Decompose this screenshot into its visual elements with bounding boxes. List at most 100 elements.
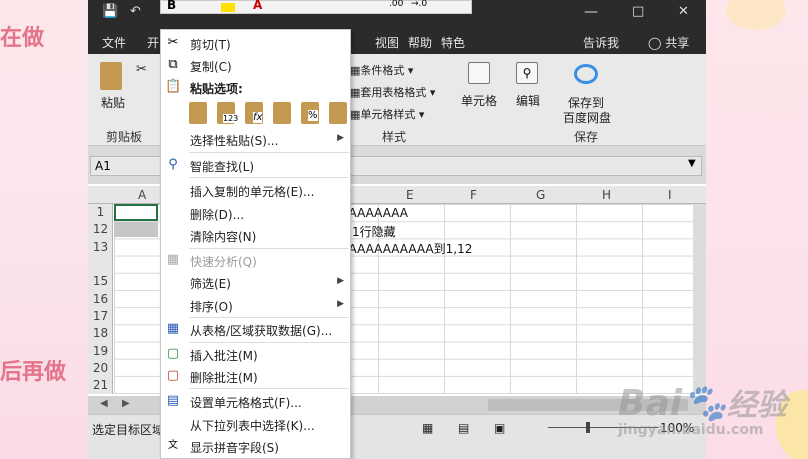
column-header-e[interactable]: E bbox=[406, 188, 414, 202]
highlight-icon[interactable] bbox=[221, 3, 235, 12]
save-icon[interactable]: 💾 bbox=[102, 4, 118, 19]
row-header[interactable]: 16 bbox=[88, 292, 113, 309]
editing-label[interactable]: 编辑 bbox=[516, 92, 540, 109]
menu-item-label: 设置单元格格式(F)... bbox=[190, 396, 302, 410]
menu-item-label: 从下拉列表中选择(K)... bbox=[190, 419, 315, 433]
paste-values-icon[interactable]: 123 bbox=[217, 102, 239, 126]
page-layout-icon[interactable]: ▤ bbox=[458, 421, 469, 435]
decrease-decimal-button[interactable]: →.0 bbox=[411, 0, 427, 9]
selected-cell[interactable] bbox=[114, 222, 158, 237]
tab-file[interactable]: 文件 bbox=[102, 34, 126, 51]
menu-item-smart-lookup[interactable]: ⚲ 智能查找(L) bbox=[161, 154, 350, 176]
table-format-button[interactable]: ▦套用表格格式 ▾ bbox=[350, 84, 435, 100]
menu-item-label: 从表格/区域获取数据(G)... bbox=[190, 324, 333, 338]
cells-label[interactable]: 单元格 bbox=[461, 92, 497, 109]
row-headers: 1 12 13 15 16 17 18 19 20 21 bbox=[88, 204, 113, 394]
column-header-g[interactable]: G bbox=[536, 188, 545, 202]
watermark-jingyan: 经验 bbox=[726, 388, 787, 423]
format-cells-icon: ▤ bbox=[166, 393, 180, 408]
scroll-left-icon[interactable]: ◀ bbox=[100, 398, 108, 409]
paste-icon[interactable] bbox=[100, 62, 122, 90]
cut-icon[interactable]: ✂ bbox=[136, 62, 147, 77]
chevron-down-icon[interactable]: ▼ bbox=[688, 158, 696, 169]
row-header[interactable]: 13 bbox=[88, 240, 113, 257]
menu-item-cut[interactable]: ✂ 剪切(T) bbox=[161, 32, 350, 54]
row-header[interactable]: 18 bbox=[88, 326, 113, 343]
menu-item-sort[interactable]: 排序(O) ▶ bbox=[161, 294, 350, 316]
paste-default-icon[interactable] bbox=[189, 102, 211, 126]
cells-icon[interactable] bbox=[468, 62, 490, 84]
menu-item-quick-analysis: ▦ 快速分析(Q) bbox=[161, 249, 350, 271]
row-header[interactable]: 17 bbox=[88, 309, 113, 326]
baidu-cloud-icon[interactable] bbox=[574, 64, 598, 84]
submenu-arrow-icon: ▶ bbox=[337, 133, 344, 143]
cell-styles-label: 单元格样式 bbox=[360, 108, 416, 121]
left-decor-panel: 在做 后再做 bbox=[0, 0, 88, 459]
column-header-a[interactable]: A bbox=[138, 188, 146, 202]
column-header-h[interactable]: H bbox=[602, 188, 611, 202]
increase-decimal-button[interactable]: .00 bbox=[389, 0, 403, 9]
menu-item-clear-contents[interactable]: 清除内容(N) bbox=[161, 224, 350, 246]
column-header-f[interactable]: F bbox=[470, 188, 477, 202]
menu-item-pick-from-list[interactable]: 从下拉列表中选择(K)... bbox=[161, 413, 350, 435]
font-color-icon[interactable]: A bbox=[253, 0, 262, 12]
submenu-arrow-icon: ▶ bbox=[337, 299, 344, 309]
menu-item-phonetic[interactable]: 文 显示拼音字段(S) bbox=[161, 435, 350, 457]
status-mode: 选定目标区域 bbox=[92, 423, 165, 437]
menu-item-delete[interactable]: 删除(D)... bbox=[161, 202, 350, 224]
bold-button[interactable]: B bbox=[167, 0, 176, 12]
normal-view-icon[interactable]: ▦ bbox=[422, 421, 433, 435]
row-header[interactable]: 19 bbox=[88, 344, 113, 361]
paste-icon: 📋 bbox=[165, 79, 182, 94]
name-box[interactable]: A1 bbox=[90, 156, 162, 176]
active-cell[interactable] bbox=[114, 204, 158, 221]
vertical-scrollbar[interactable] bbox=[693, 204, 706, 394]
scroll-right-icon[interactable]: ▶ bbox=[122, 398, 130, 409]
share-button[interactable]: ◯ 共享 bbox=[648, 34, 689, 51]
conditional-format-button[interactable]: ▦条件格式 ▾ bbox=[350, 62, 413, 78]
tell-me-search[interactable]: 告诉我 bbox=[583, 34, 619, 51]
menu-item-filter[interactable]: 筛选(E) ▶ bbox=[161, 271, 350, 293]
minimize-icon[interactable]: — bbox=[584, 4, 598, 20]
undo-icon[interactable]: ↶ bbox=[130, 4, 141, 19]
menu-item-insert-comment[interactable]: ▢ 插入批注(M) bbox=[161, 343, 350, 365]
baidu-netdisk-label[interactable]: 百度网盘 bbox=[563, 109, 611, 126]
menu-item-copy[interactable]: ⧉ 复制(C) bbox=[161, 54, 350, 76]
page-break-icon[interactable]: ▣ bbox=[494, 421, 505, 435]
zoom-slider-thumb[interactable] bbox=[586, 422, 590, 433]
row-header[interactable]: 15 bbox=[88, 274, 113, 291]
tab-view[interactable]: 视图 bbox=[375, 34, 399, 51]
formula-input[interactable] bbox=[348, 156, 702, 176]
row-header[interactable]: 21 bbox=[88, 378, 113, 395]
menu-item-format-cells[interactable]: ▤ 设置单元格格式(F)... bbox=[161, 390, 350, 412]
cell-styles-button[interactable]: ▦单元格样式 ▾ bbox=[350, 106, 424, 122]
restore-icon[interactable]: □ bbox=[632, 4, 644, 19]
paste-formulas-label: fx bbox=[253, 112, 263, 123]
row-header[interactable]: 1 bbox=[88, 205, 113, 222]
menu-item-label: 剪切(T) bbox=[190, 38, 231, 52]
paste-formulas-icon[interactable]: fx bbox=[245, 102, 267, 126]
tab-special[interactable]: 特色 bbox=[441, 34, 465, 51]
menu-item-delete-comment[interactable]: ▢ 删除批注(M) bbox=[161, 365, 350, 387]
paste-label[interactable]: 粘贴 bbox=[101, 94, 125, 111]
save-group-label: 保存 bbox=[574, 130, 599, 144]
paste-transpose-icon[interactable] bbox=[273, 102, 295, 126]
column-header-i[interactable]: I bbox=[668, 188, 672, 202]
phonetic-icon: 文 bbox=[168, 440, 178, 451]
menu-item-label: 智能查找(L) bbox=[190, 160, 255, 174]
menu-separator bbox=[189, 388, 349, 389]
tab-home[interactable]: 开 bbox=[147, 34, 159, 51]
paste-link-icon[interactable] bbox=[329, 102, 351, 126]
row-header[interactable]: 20 bbox=[88, 361, 113, 378]
menu-item-insert-copied[interactable]: 插入复制的单元格(E)... bbox=[161, 179, 350, 201]
context-menu: ✂ 剪切(T) ⧉ 复制(C) 📋 粘贴选项: 123 fx % 选择性粘贴(S… bbox=[160, 29, 351, 459]
menu-item-paste-special[interactable]: 选择性粘贴(S)... ▶ bbox=[161, 128, 350, 150]
row-header[interactable]: 12 bbox=[88, 222, 113, 239]
menu-item-get-data[interactable]: ▦ 从表格/区域获取数据(G)... bbox=[161, 318, 350, 340]
table-icon: ▦ bbox=[166, 321, 180, 336]
close-icon[interactable]: ✕ bbox=[678, 4, 689, 19]
tab-help[interactable]: 帮助 bbox=[408, 34, 432, 51]
cell-text[interactable]: AAAAAAAAAAA到1,12 bbox=[340, 240, 472, 257]
search-icon[interactable]: ⚲ bbox=[516, 62, 538, 84]
paste-formatting-icon[interactable]: % bbox=[301, 102, 323, 126]
